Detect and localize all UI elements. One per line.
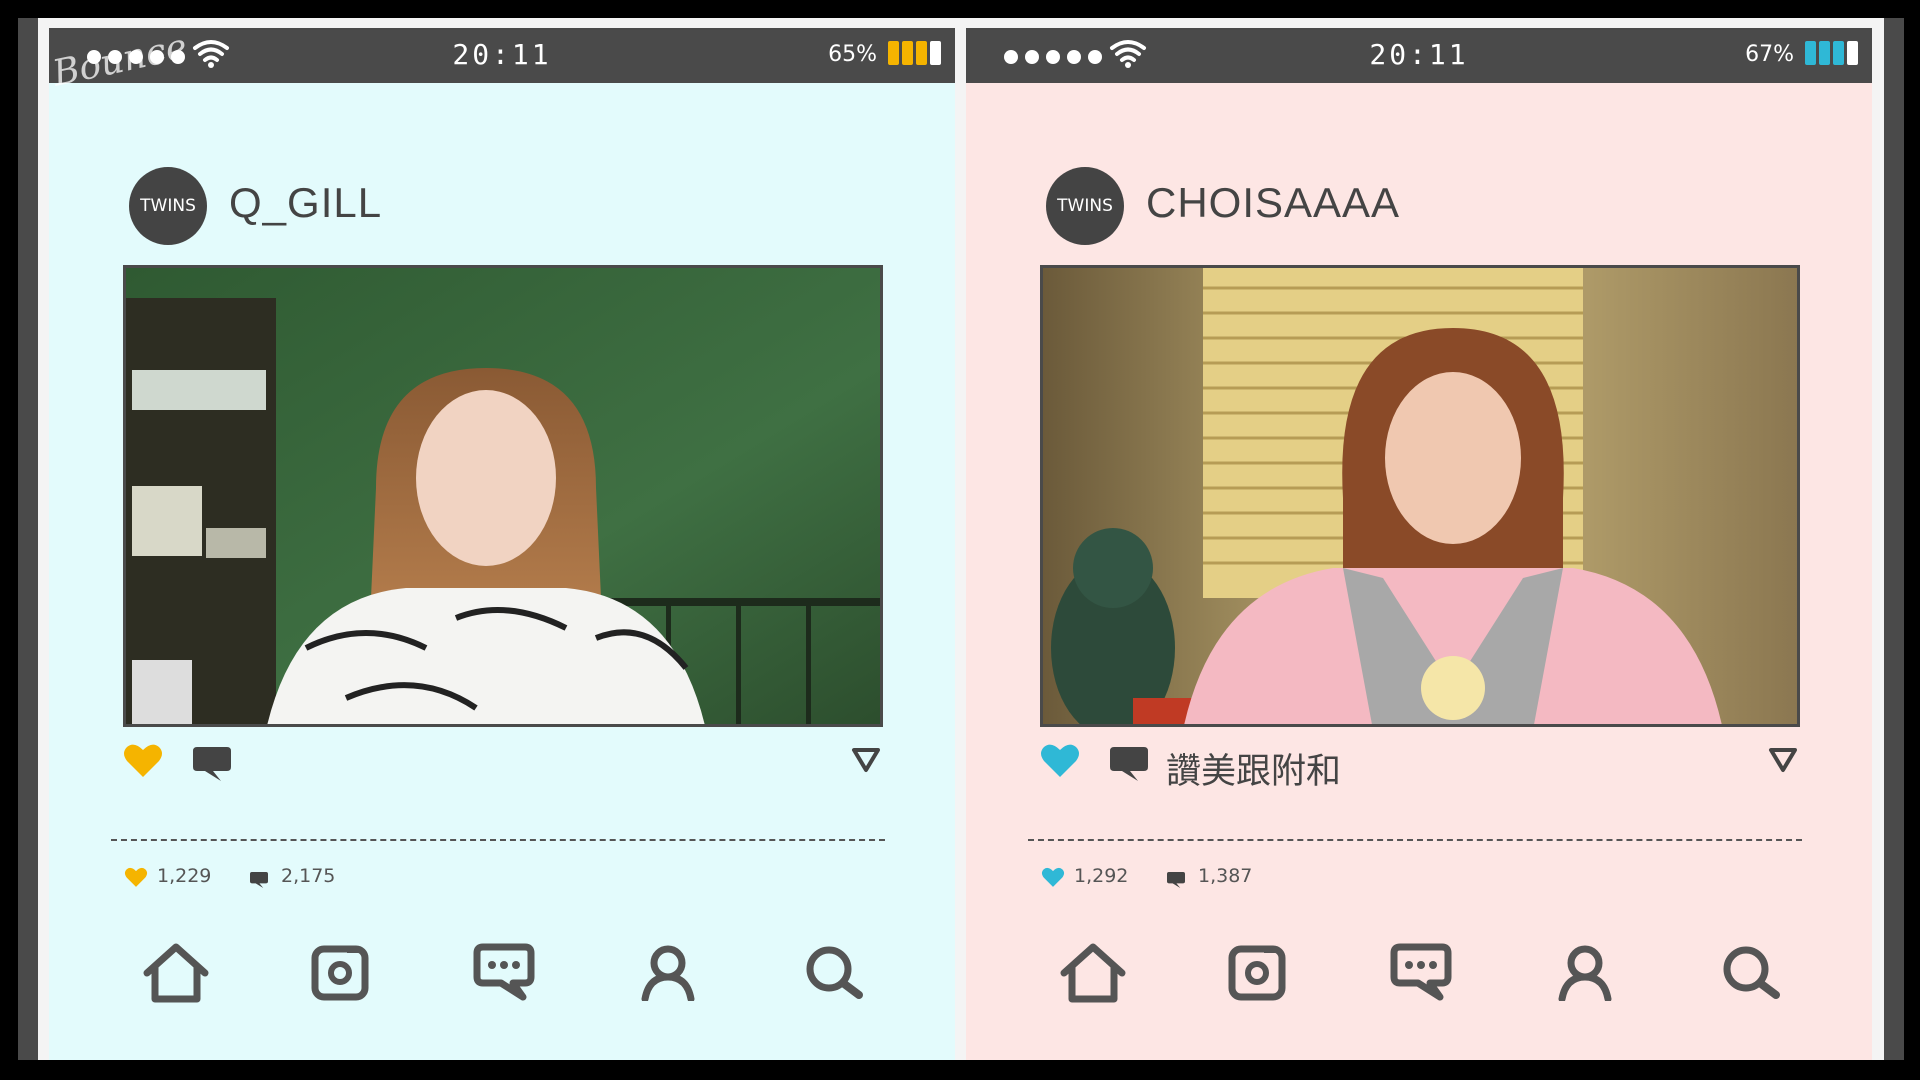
post-card: TWINS CHOISAAAA 讚美跟附和 1,292 1,387 xyxy=(966,83,1872,1060)
username[interactable]: CHOISAAAA xyxy=(1146,179,1400,227)
profile-icon[interactable] xyxy=(639,943,697,1001)
comments-count: 2,175 xyxy=(281,865,336,887)
battery-icon xyxy=(888,41,941,65)
divider xyxy=(111,839,885,841)
battery-icon xyxy=(1805,41,1858,65)
phone-screen-right: 20:11 67% TWINS CHOISAAAA 讚美跟附和 1,292 1,… xyxy=(966,28,1872,1060)
battery-percentage: 67% xyxy=(1745,42,1794,67)
frame-right-bar xyxy=(1884,18,1904,1060)
post-card: TWINS Q_GILL 1,229 2,175 xyxy=(49,83,955,1060)
camera-icon[interactable] xyxy=(1228,943,1286,1001)
profile-icon[interactable] xyxy=(1556,943,1614,1001)
home-icon[interactable] xyxy=(141,943,211,1005)
search-icon[interactable] xyxy=(803,943,865,1001)
chat-icon[interactable] xyxy=(1390,943,1452,1001)
phone-screen-left: 20:11 65% TWINS Q_GILL 1,229 2,175 xyxy=(49,28,955,1060)
heart-icon[interactable] xyxy=(1040,743,1080,779)
post-caption: 讚美跟附和 xyxy=(1166,752,1342,792)
divider xyxy=(1028,839,1802,841)
post-photo[interactable] xyxy=(1040,265,1800,727)
comments-count: 1,387 xyxy=(1198,865,1253,887)
likes-count: 1,292 xyxy=(1074,865,1129,887)
avatar[interactable]: TWINS xyxy=(129,167,207,245)
comments-count-icon xyxy=(1167,871,1185,889)
frame-left-bar xyxy=(18,18,38,1060)
likes-heart-icon xyxy=(1041,867,1065,887)
status-bar: 20:11 67% xyxy=(966,28,1872,83)
likes-heart-icon xyxy=(124,867,148,887)
status-time: 20:11 xyxy=(1369,38,1469,71)
search-icon[interactable] xyxy=(1720,943,1782,1001)
video-frame: 20:11 65% TWINS Q_GILL 1,229 2,175 20:11… xyxy=(0,0,1920,1080)
comments-count-icon xyxy=(250,871,268,889)
avatar-label: TWINS xyxy=(1057,196,1113,216)
camera-icon[interactable] xyxy=(311,943,369,1001)
menu-arrow-icon[interactable] xyxy=(1768,747,1798,773)
avatar[interactable]: TWINS xyxy=(1046,167,1124,245)
likes-count: 1,229 xyxy=(157,865,212,887)
menu-arrow-icon[interactable] xyxy=(851,747,881,773)
comment-icon[interactable] xyxy=(191,745,233,783)
heart-icon[interactable] xyxy=(123,743,163,779)
home-icon[interactable] xyxy=(1058,943,1128,1005)
avatar-label: TWINS xyxy=(140,196,196,216)
chat-icon[interactable] xyxy=(473,943,535,1001)
battery-percentage: 65% xyxy=(828,42,877,67)
username[interactable]: Q_GILL xyxy=(229,179,382,227)
comment-icon[interactable] xyxy=(1108,745,1150,783)
post-photo[interactable] xyxy=(123,265,883,727)
